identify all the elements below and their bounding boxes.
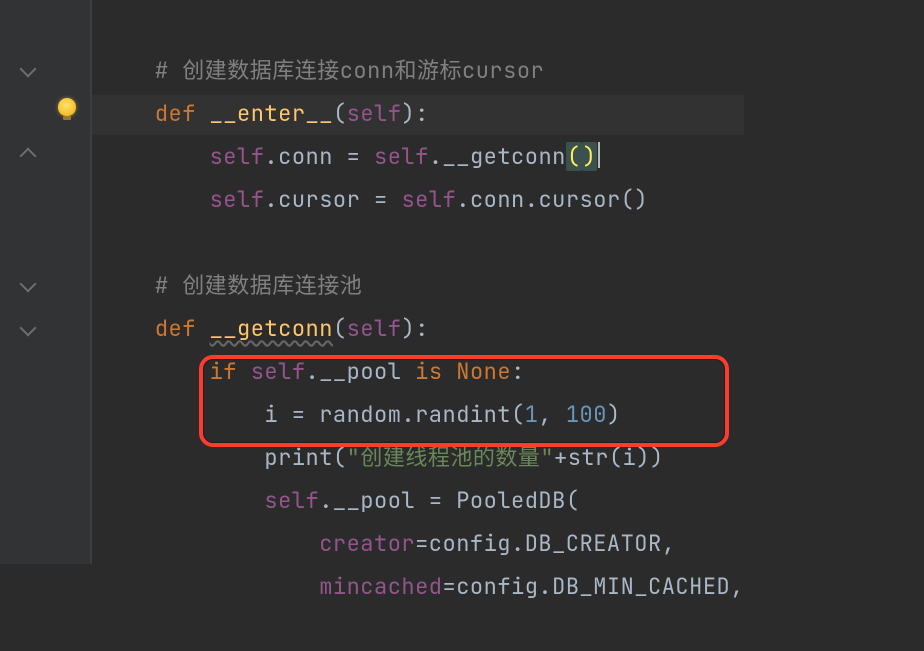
fold-marker-icon[interactable] — [20, 320, 37, 337]
code-text — [196, 314, 210, 343]
code-text — [100, 56, 155, 85]
code-editor[interactable]: # 创建数据库连接conn和游标cursor def __enter__(sel… — [0, 0, 924, 564]
code-text — [100, 400, 264, 429]
code-text: .conn.cursor() — [456, 185, 648, 214]
keyword-def: def — [155, 99, 196, 128]
intention-bulb-icon[interactable] — [58, 98, 76, 116]
self-ref: self — [210, 142, 265, 171]
function-name: __getconn — [210, 314, 333, 343]
self-ref: self — [264, 486, 319, 515]
fold-end-marker-icon[interactable] — [20, 148, 37, 165]
matched-paren-open: ( — [566, 142, 582, 171]
code-area[interactable]: # 创建数据库连接conn和游标cursor def __enter__(sel… — [90, 0, 744, 564]
code-text — [100, 185, 210, 214]
code-text — [100, 314, 155, 343]
self-ref: self — [210, 185, 265, 214]
punct: ( — [333, 443, 347, 472]
self-ref: self — [251, 357, 306, 386]
self-param: self — [347, 99, 402, 128]
kwarg-name: creator — [319, 529, 415, 558]
function-name: __enter__ — [210, 99, 333, 128]
gutter — [0, 0, 90, 564]
kwarg-name: mincached — [319, 572, 442, 601]
punct: ): — [401, 99, 428, 128]
punct: ): — [401, 314, 428, 343]
code-text: (i)) — [609, 443, 664, 472]
punct: ( — [333, 99, 347, 128]
blank-line — [100, 228, 114, 257]
code-text — [100, 271, 155, 300]
code-text — [100, 357, 210, 386]
code-text — [100, 529, 319, 558]
code-text: .__pool — [306, 357, 416, 386]
code-text: =config.DB_CREATOR, — [415, 529, 675, 558]
code-text: .conn = — [264, 142, 374, 171]
fold-marker-icon[interactable] — [20, 276, 37, 293]
code-text — [100, 99, 155, 128]
code-text — [100, 486, 264, 515]
code-text: ) — [607, 400, 621, 429]
fold-marker-icon[interactable] — [20, 61, 37, 78]
keyword-none: None — [443, 357, 512, 386]
text-caret — [598, 142, 600, 168]
code-text: i = random.randint( — [264, 400, 524, 429]
builtin-print: print — [264, 443, 333, 472]
number-literal: 100 — [566, 400, 607, 429]
code-text: .__getconn — [429, 142, 566, 171]
matched-paren-close: ) — [582, 142, 598, 171]
code-text: , — [538, 400, 565, 429]
string-literal: "创建线程池的数量" — [347, 443, 554, 472]
number-literal: 1 — [525, 400, 539, 429]
keyword-def: def — [155, 314, 196, 343]
code-text: =config.DB_MIN_CACHED, — [443, 572, 744, 601]
comment: # 创建数据库连接conn和游标cursor — [155, 56, 544, 85]
builtin-str: str — [568, 443, 609, 472]
code-text — [100, 572, 319, 601]
self-ref: self — [401, 185, 456, 214]
code-text: .cursor = — [264, 185, 401, 214]
operator-plus: + — [554, 443, 568, 472]
keyword-is: is — [415, 357, 442, 386]
code-text — [196, 99, 210, 128]
self-ref: self — [374, 142, 429, 171]
code-text: .__pool = PooledDB( — [319, 486, 579, 515]
code-text — [100, 443, 264, 472]
self-param: self — [347, 314, 402, 343]
code-text — [100, 142, 210, 171]
punct: : — [511, 357, 525, 386]
code-text — [237, 357, 251, 386]
keyword-if: if — [210, 357, 237, 386]
comment: # 创建数据库连接池 — [155, 271, 362, 300]
punct: ( — [333, 314, 347, 343]
